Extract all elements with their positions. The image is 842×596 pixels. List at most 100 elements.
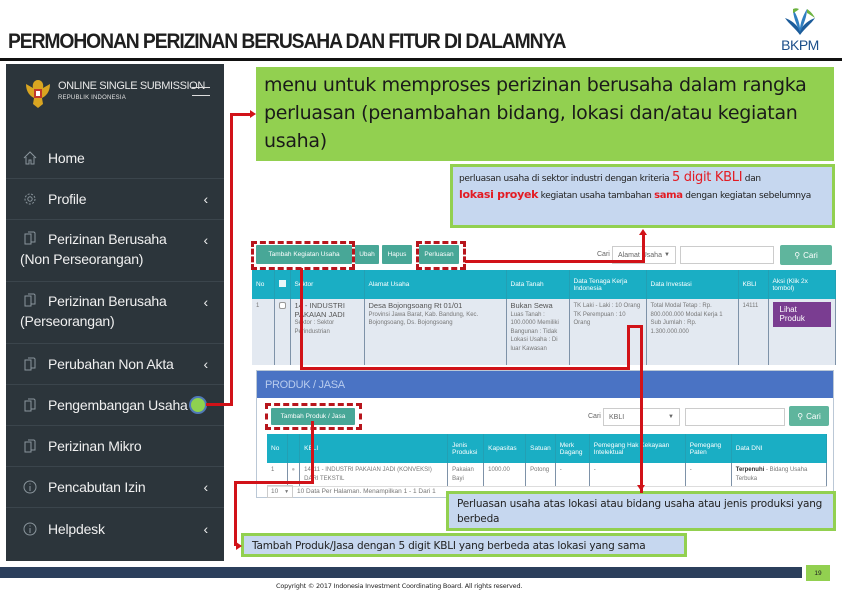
select-value: KBLI [609, 413, 625, 421]
row-checkbox[interactable] [278, 302, 286, 309]
trash-icon[interactable]: ● [292, 467, 296, 473]
cell-tenaga-kerja: TK Laki - Laki : 10 Orang TK Perempuan :… [569, 299, 647, 365]
pagination: 10 ▼ 10 Data Per Halaman. Menampilkan 1 -… [267, 485, 436, 498]
sidebar-item-perubahan-non-akta[interactable]: Perubahan Non Akta ‹ [6, 344, 224, 385]
table-row: 1 14 - INDUSTRI PAKAIAN JADI Sektor : Sek… [252, 299, 836, 365]
view-products-button[interactable]: Lihat Produk [772, 302, 831, 327]
sidebar-item-helpdesk[interactable]: Helpdesk ‹ [6, 508, 224, 549]
app-brand[interactable]: ONLINE SINGLE SUBMISSION REPUBLIK INDONE… [24, 76, 224, 116]
sidebar-item-label: Pengembangan Usaha [48, 397, 188, 413]
connector-line [640, 325, 643, 493]
alamat-main: Desa Bojongsoang Rt 01/01 [368, 301, 463, 310]
highlight-box [416, 241, 466, 270]
connector-line [311, 421, 314, 483]
highlight-marker [189, 396, 207, 414]
connector-line [206, 403, 233, 406]
sidebar-item-home[interactable]: Home [6, 138, 224, 179]
cell-tanah: Bukan Sewa Luas Tanah : 100.0000 Memiliki… [506, 299, 570, 365]
business-activity-table: No Sektor Alamat Usaha Data Tanah Data T… [252, 270, 836, 365]
search-button[interactable]: ⚲ Cari [780, 245, 832, 265]
sektor-name: 14 - INDUSTRI PAKAIAN JADI [294, 301, 345, 319]
page-size-select[interactable]: 10 ▼ [267, 485, 293, 498]
callout-highlight: 5 digit KBLI [671, 170, 743, 185]
document-icon [20, 229, 40, 247]
gear-icon [20, 190, 40, 208]
cell-hki: - [589, 463, 686, 487]
callout-highlight: lokasi proyek [459, 188, 539, 201]
cell-aksi: Lihat Produk [768, 299, 836, 365]
delete-button[interactable]: Hapus [382, 245, 412, 264]
sidebar-item-pencabutan-izin[interactable]: Pencabutan Izin ‹ [6, 467, 224, 508]
dni-status: Terpenuhi [735, 467, 765, 473]
product-panel-title: PRODUK / JASA [257, 371, 833, 398]
connector-line [230, 113, 250, 116]
sidebar-item-label: Home [48, 150, 85, 166]
callout-perluasan-kbli: perluasan usaha di sektor industri denga… [450, 164, 835, 228]
product-search-input[interactable] [685, 408, 785, 426]
select-all-checkbox[interactable] [278, 280, 286, 287]
edit-button[interactable]: Ubah [355, 245, 379, 264]
column-header-select-all[interactable] [274, 270, 291, 299]
sidebar-item-label: Profile [48, 191, 87, 207]
sidebar-menu: Home Profile ‹ Perizinan Berusaha (Non Pe… [6, 138, 224, 549]
cell-select[interactable] [274, 299, 291, 365]
cell-investasi: Total Modal Tetap : Rp. 800.000.000 Moda… [646, 299, 739, 365]
column-header: Jenis Produksi [447, 434, 485, 463]
connector-line [234, 481, 237, 546]
slide-title: PERMOHONAN PERIZINAN BERUSAHA DAN FITUR … [8, 30, 566, 53]
search-icon: ⚲ [797, 411, 804, 421]
hamburger-menu-icon[interactable] [192, 87, 210, 96]
sidebar-item-perizinan-non-perseorangan[interactable]: Perizinan Berusaha (Non Perseorangan) ‹ [6, 220, 224, 282]
chevron-left-icon: ‹ [203, 232, 209, 248]
arrow-right-icon [236, 542, 242, 550]
column-header: Aksi (Klik 2x tombol) [768, 270, 836, 299]
sidebar-item-pengembangan-usaha[interactable]: Pengembangan Usaha [6, 385, 224, 426]
dropdown-caret-icon: ▼ [668, 414, 674, 420]
sidebar-item-label: Perizinan Berusaha [48, 293, 167, 309]
connector-line [234, 481, 314, 484]
cell-kbli: 14111 [738, 299, 769, 365]
chevron-left-icon: ‹ [203, 479, 209, 495]
pagination-info: 10 Data Per Halaman. Menampilkan 1 - 1 D… [297, 488, 436, 495]
page-number: 19 [806, 565, 830, 581]
cell-paten: - [685, 463, 732, 487]
tanah-status: Bukan Sewa [510, 301, 553, 310]
sidebar-item-profile[interactable]: Profile ‹ [6, 179, 224, 220]
sidebar-item-label-line2: (Non Perseorangan) [20, 251, 144, 267]
chevron-left-icon: ‹ [203, 520, 209, 537]
callout-perluasan-lokasi: Perluasan usaha atas lokasi atau bidang … [446, 491, 836, 531]
chevron-left-icon: ‹ [203, 294, 209, 310]
column-header: No [267, 434, 288, 463]
copyright: Copyright © 2017 Indonesia Investment Co… [276, 582, 523, 590]
connector-line [300, 268, 303, 370]
column-header: Data Investasi [646, 270, 739, 299]
arrow-right-icon [250, 110, 256, 118]
brand-subtitle: REPUBLIK INDONESIA [58, 95, 126, 101]
tanah-detail: Luas Tanah : 100.0000 Memiliki Bangunan … [510, 311, 559, 352]
bkpm-leaf-icon [785, 8, 815, 35]
footer-bar [0, 567, 802, 578]
cell-no: 1 [252, 299, 275, 365]
connector-line [300, 367, 630, 370]
callout-pengembangan-usaha: menu untuk memproses perizinan berusaha … [256, 67, 834, 161]
sidebar-item-perizinan-perseorangan[interactable]: Perizinan Berusaha (Perseorangan) ‹ [6, 282, 224, 344]
alamat-sub: Provinsi Jawa Barat, Kab. Bandung, Kec. … [368, 311, 479, 327]
chevron-left-icon: ‹ [203, 191, 209, 207]
column-header: Merk Dagang [555, 434, 590, 463]
brand-title: ONLINE SINGLE SUBMISSION [58, 80, 205, 92]
product-panel: PRODUK / JASA Tambah Produk / Jasa Cari … [256, 370, 834, 498]
arrow-up-icon [639, 229, 647, 235]
table-row: 1 ● 14111 - INDUSTRI PAKAIAN JADI (KONVE… [267, 463, 828, 487]
column-header: Kapasitas [483, 434, 527, 463]
connector-line [642, 235, 645, 263]
document-icon [20, 355, 40, 373]
info-icon [20, 478, 40, 496]
product-search-button[interactable]: ⚲ Cari [789, 406, 829, 426]
highlight-box [251, 241, 355, 270]
document-icon [20, 437, 40, 455]
dropdown-caret-icon: ▼ [664, 252, 670, 258]
search-input[interactable] [680, 246, 774, 264]
sidebar-item-perizinan-mikro[interactable]: Perizinan Mikro [6, 426, 224, 467]
search-label: Cari [597, 251, 610, 258]
connector-line [627, 325, 630, 370]
